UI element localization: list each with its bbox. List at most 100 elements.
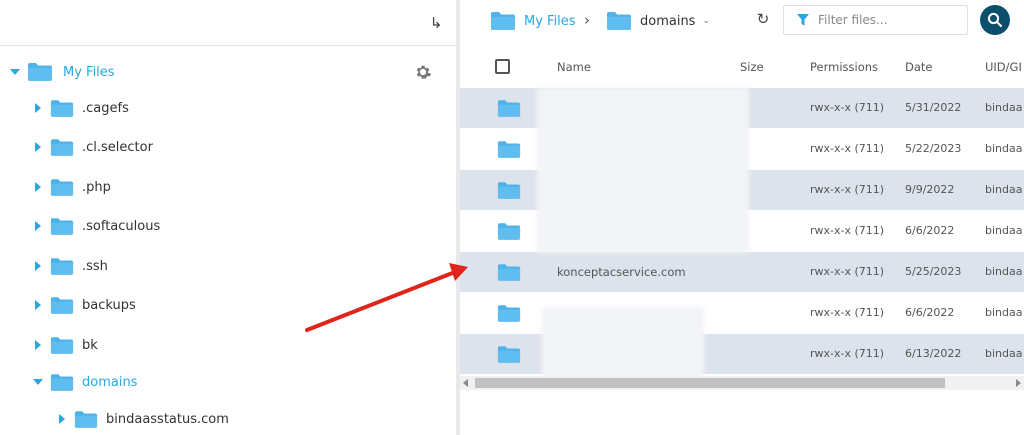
column-header-uid[interactable]: UID/GI: [985, 60, 1022, 74]
tree-item-label: .cl.selector: [82, 139, 153, 155]
column-header-size[interactable]: Size: [740, 60, 764, 74]
chevron-down-icon[interactable]: ⌄: [702, 16, 710, 26]
funnel-icon[interactable]: [796, 13, 810, 27]
folder-icon: [491, 12, 515, 30]
file-permissions: rwx-x-x (711): [810, 265, 885, 278]
tree-item-label: .ssh: [82, 258, 108, 274]
file-date: 9/9/2022: [905, 183, 955, 196]
folder-icon: [28, 63, 52, 81]
file-uid: bindaa: [985, 265, 1023, 278]
folder-tree-panel: ↳ My Files .cagefs .cl.selector .php .so…: [0, 0, 456, 435]
redacted-names-top: [537, 88, 749, 253]
search-button[interactable]: [980, 5, 1010, 35]
table-header: Name Size Permissions Date UID/GI: [460, 46, 1024, 88]
tree-item-label: .cagefs: [82, 100, 129, 116]
filter-files-input[interactable]: [818, 13, 958, 27]
folder-icon: [50, 138, 74, 156]
folder-icon: [50, 99, 74, 117]
file-uid: bindaa: [985, 142, 1023, 155]
breadcrumb-current-label: domains: [640, 13, 696, 29]
file-uid: bindaa: [985, 306, 1023, 319]
file-permissions: rwx-x-x (711): [810, 347, 885, 360]
expand-toggle[interactable]: [31, 135, 45, 159]
folder-icon: [50, 217, 74, 235]
file-name[interactable]: konceptacservice.com: [557, 265, 686, 279]
folder-icon: [74, 410, 98, 428]
redacted-names-bottom: [542, 307, 704, 377]
scroll-left-icon[interactable]: [463, 379, 468, 387]
tree-item-label: .softaculous: [82, 218, 161, 234]
file-uid: bindaa: [985, 224, 1023, 237]
tree-item-label: bindaasstatus.com: [106, 411, 229, 427]
file-permissions: rwx-x-x (711): [810, 183, 885, 196]
file-date: 6/13/2022: [905, 347, 962, 360]
expand-toggle[interactable]: [31, 214, 45, 238]
expand-toggle[interactable]: [8, 60, 22, 84]
expand-toggle[interactable]: [31, 175, 45, 199]
tree-item[interactable]: .cl.selector: [31, 135, 153, 159]
file-date: 6/6/2022: [905, 306, 955, 319]
file-uid: bindaa: [985, 101, 1023, 114]
tree-item[interactable]: domains: [31, 370, 137, 394]
file-date: 6/6/2022: [905, 224, 955, 237]
column-header-date[interactable]: Date: [905, 60, 933, 74]
file-permissions: rwx-x-x (711): [810, 101, 885, 114]
expand-toggle[interactable]: [31, 370, 45, 394]
tree-item[interactable]: bk: [31, 333, 98, 357]
folder-icon: [497, 346, 521, 363]
tree-item[interactable]: .softaculous: [31, 214, 160, 238]
file-toolbar: My Files › domains ⌄ ↻: [460, 0, 1024, 46]
expand-toggle[interactable]: [55, 407, 69, 431]
tree-toolbar: ↳: [0, 0, 456, 46]
tree-item-label: .php: [82, 179, 111, 195]
folder-icon: [497, 141, 521, 158]
folder-icon: [497, 264, 521, 281]
folder-icon: [50, 336, 74, 354]
folder-icon: [50, 178, 74, 196]
file-uid: bindaa: [985, 347, 1023, 360]
tree-item-label: backups: [82, 297, 136, 313]
tree-item[interactable]: bindaasstatus.com: [55, 407, 229, 431]
tree-item[interactable]: .php: [31, 175, 111, 199]
file-permissions: rwx-x-x (711): [810, 306, 885, 319]
tree-item[interactable]: backups: [31, 293, 136, 317]
file-date: 5/22/2023: [905, 142, 962, 155]
expand-toggle[interactable]: [31, 254, 45, 278]
tree-item[interactable]: .cagefs: [31, 96, 129, 120]
refresh-icon[interactable]: ↻: [756, 10, 770, 28]
folder-icon: [50, 257, 74, 275]
file-date: 5/31/2022: [905, 101, 962, 114]
file-date: 5/25/2023: [905, 265, 962, 278]
expand-toggle[interactable]: [31, 333, 45, 357]
file-uid: bindaa: [985, 183, 1023, 196]
scroll-right-icon[interactable]: [1016, 379, 1021, 387]
return-arrow-icon[interactable]: ↳: [428, 14, 444, 32]
column-header-permissions[interactable]: Permissions: [810, 60, 878, 74]
folder-icon: [50, 373, 74, 391]
tree-item[interactable]: .ssh: [31, 254, 108, 278]
folder-icon: [497, 182, 521, 199]
file-permissions: rwx-x-x (711): [810, 224, 885, 237]
folder-icon: [50, 296, 74, 314]
expand-toggle[interactable]: [31, 96, 45, 120]
column-header-name[interactable]: Name: [557, 60, 591, 74]
gear-icon[interactable]: [414, 63, 432, 81]
table-row[interactable]: konceptacservice.com rwx-x-x (711) 5/25/20…: [460, 252, 1024, 293]
tree-root-label: My Files: [63, 64, 115, 80]
horizontal-scrollbar[interactable]: [460, 376, 1024, 390]
breadcrumb-current[interactable]: domains ⌄: [606, 10, 710, 32]
folder-icon: [607, 12, 631, 30]
tree-item-label: domains: [82, 374, 138, 390]
scrollbar-thumb[interactable]: [475, 378, 945, 388]
select-all-checkbox[interactable]: [495, 59, 510, 74]
file-permissions: rwx-x-x (711): [810, 142, 885, 155]
expand-toggle[interactable]: [31, 293, 45, 317]
tree-root-my-files[interactable]: My Files: [8, 60, 115, 84]
folder-icon: [497, 223, 521, 240]
search-icon: [987, 12, 1003, 28]
filter-files-box: [783, 5, 968, 35]
breadcrumb-root-label: My Files: [524, 13, 576, 29]
breadcrumb-root[interactable]: My Files: [490, 10, 576, 32]
folder-icon: [497, 305, 521, 322]
tree-item-label: bk: [82, 337, 98, 353]
